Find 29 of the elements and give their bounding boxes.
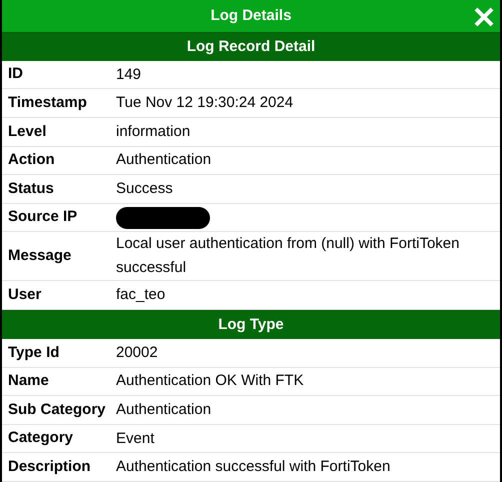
field-value: Authentication xyxy=(116,401,212,418)
field-value: Authentication successful with FortiToken xyxy=(116,458,390,476)
field-label: Level xyxy=(8,122,48,142)
section-title: Log Record Detail xyxy=(186,36,316,57)
field-value: 149 xyxy=(116,66,142,83)
field-value: Event xyxy=(116,430,154,447)
section-title: Log Type xyxy=(218,314,284,335)
field-label: Source IP xyxy=(8,207,78,228)
field-label: Status xyxy=(8,178,55,199)
field-label: Type Id xyxy=(8,342,60,363)
close-button[interactable] xyxy=(472,5,496,29)
field-label: User xyxy=(8,284,42,305)
field-value: Success xyxy=(116,180,173,198)
field-value: fac_teo xyxy=(116,286,166,304)
field-label: ID xyxy=(8,64,24,84)
close-icon xyxy=(474,7,494,27)
field-value: information xyxy=(116,122,190,140)
field-label: Action xyxy=(8,150,56,170)
field-value: Tue Nov 12 19:30:24 2024 xyxy=(116,94,294,112)
field-label: Sub Category xyxy=(8,400,107,420)
field-label: Description xyxy=(8,456,92,477)
field-value: 20002 xyxy=(116,344,158,361)
field-label: Timestamp xyxy=(8,93,88,114)
field-label: Category xyxy=(8,428,74,448)
field-value: Authentication OK With FTK xyxy=(116,372,304,390)
field-label: Name xyxy=(8,371,50,392)
field-value: Authentication xyxy=(116,151,212,168)
field-label: Message xyxy=(8,246,72,266)
window-title: Log Details xyxy=(210,6,292,26)
